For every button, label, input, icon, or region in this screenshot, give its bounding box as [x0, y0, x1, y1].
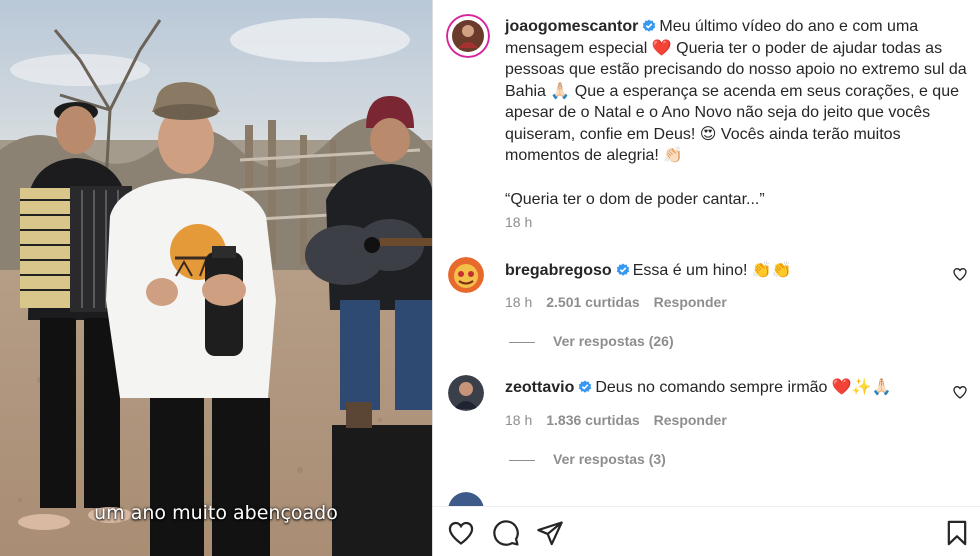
comment-time[interactable]: 18 h [505, 412, 532, 428]
author-avatar[interactable] [446, 14, 490, 58]
view-replies-label: Ver respostas (3) [553, 451, 666, 467]
comment-body: bregabregoso Essa é um hino! 👏👏 [505, 260, 792, 280]
comment-meta: 18 h 1.836 curtidas Responder [505, 412, 727, 428]
comment-emojis: ❤️✨🙏🏻 [831, 379, 892, 396]
video-frame [0, 0, 432, 556]
reply-button[interactable]: Responder [654, 412, 727, 428]
comment-meta: 18 h 2.501 curtidas Responder [505, 294, 727, 310]
view-replies-label: Ver respostas (26) [553, 333, 674, 349]
comment-icon[interactable] [492, 519, 520, 547]
caption-quote: “Queria ter o dom de poder cantar...” [505, 190, 765, 208]
comment-avatar[interactable] [448, 257, 484, 293]
comment-time[interactable]: 18 h [505, 294, 532, 310]
view-replies-button[interactable]: Ver respostas (3) [509, 451, 666, 467]
replies-line [509, 459, 535, 461]
comment-username[interactable]: zeottavio [505, 379, 574, 396]
replies-line [509, 341, 535, 343]
comment-avatar[interactable] [448, 375, 484, 411]
verified-badge-icon [579, 380, 592, 393]
heart-eyes-emoji: 😍 [699, 125, 717, 143]
verified-badge-icon [616, 263, 629, 276]
comment-body: zeottavio Deus no comando sempre irmão ❤️… [505, 377, 892, 397]
comment-likes[interactable]: 1.836 curtidas [546, 412, 639, 428]
post-action-bar [433, 506, 980, 556]
comment-likes[interactable]: 2.501 curtidas [546, 294, 639, 310]
comment-like-heart-icon[interactable] [952, 384, 968, 400]
video-player[interactable]: um ano muito abençoado [0, 0, 432, 556]
post-timestamp[interactable]: 18 h [505, 214, 532, 230]
bookmark-icon[interactable] [943, 519, 971, 547]
view-replies-button[interactable]: Ver respostas (26) [509, 333, 674, 349]
reply-button[interactable]: Responder [654, 294, 727, 310]
comment-username[interactable]: bregabregoso [505, 262, 612, 279]
comment-emojis: 👏👏 [751, 262, 792, 279]
verified-badge-icon [643, 19, 656, 32]
heart-emoji: ❤️ [651, 39, 672, 57]
video-subtitle: um ano muito abençoado [94, 502, 338, 524]
author-username[interactable]: joaogomescantor [505, 18, 638, 35]
post-caption: joaogomescantor Meu último vídeo do ano e… [505, 16, 975, 210]
comment-text: Essa é um hino! [632, 262, 748, 279]
pray-emoji: 🙏🏻 [550, 82, 571, 100]
share-icon[interactable] [536, 519, 564, 547]
comment-like-heart-icon[interactable] [952, 266, 968, 282]
comment-text: Deus no comando sempre irmão [595, 379, 828, 396]
clap-emoji: 👏🏻 [663, 147, 684, 164]
heart-icon[interactable] [447, 519, 475, 547]
post-detail-panel: joaogomescantor Meu último vídeo do ano e… [433, 0, 980, 556]
